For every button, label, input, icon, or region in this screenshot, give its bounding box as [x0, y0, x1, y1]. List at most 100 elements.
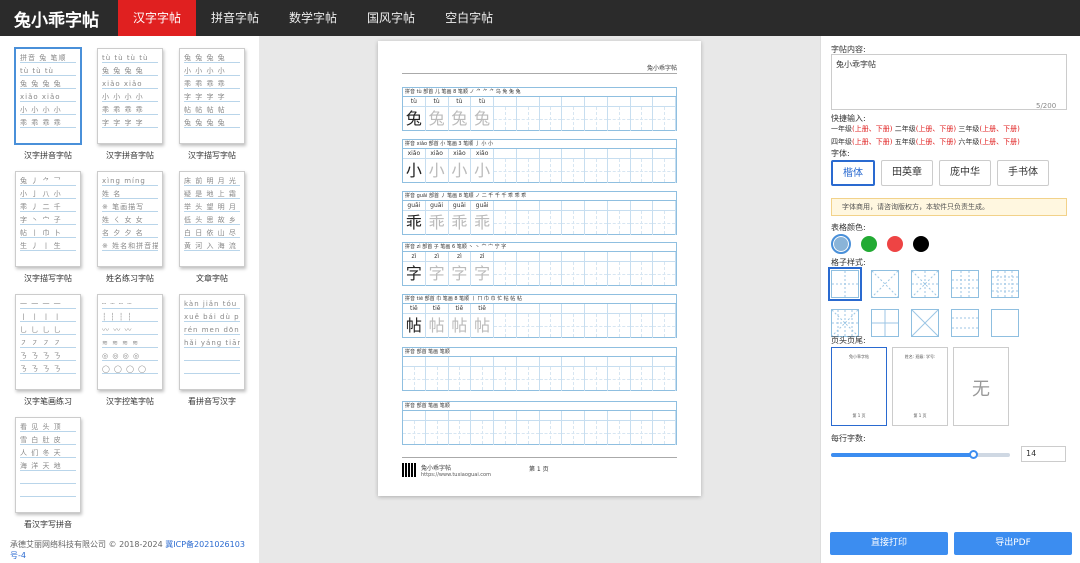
nav-tab[interactable]: 数学字帖 — [274, 0, 352, 36]
volume-links[interactable]: (上册、下册) — [852, 125, 892, 133]
volume-links[interactable]: (上册、下册) — [979, 125, 1019, 133]
volume-links[interactable]: (上册、下册) — [916, 138, 956, 146]
template-thumbnail[interactable]: kàn jiǎn tóu dǐng xuě bái dù pí rén men dō… — [179, 294, 245, 390]
color-swatch[interactable] — [861, 236, 877, 252]
grid-cell — [494, 201, 517, 235]
template-item[interactable]: 兔 兔 兔 兔小 小 小 小乖 乖 乖 乖字 字 字 字帖 帖 帖 帖兔 兔 兔… — [172, 48, 252, 171]
slider-knob[interactable] — [969, 450, 979, 459]
grid-style-option[interactable] — [951, 270, 979, 298]
per-row-label: 每行字数: — [831, 434, 866, 443]
color-swatch[interactable] — [831, 234, 851, 254]
grid-style-option[interactable] — [871, 270, 899, 298]
grid-style-option[interactable] — [831, 309, 859, 337]
template-item[interactable]: xìng míng 姓 名 ※ 笔画描写姓 ㄑ 女 女名 夕 夕 名 ※ 姓名和拼音描… — [90, 171, 170, 294]
character-cell — [494, 211, 516, 234]
template-item[interactable]: 一 一 一 一丨 丨 丨 丨乚 乚 乚 乚㇇ ㇇ ㇇ ㇇ㄋ ㄋ ㄋ ㄋㄋ ㄋ ㄋ… — [8, 294, 88, 417]
content-input[interactable] — [831, 54, 1067, 110]
grid-cell — [585, 97, 608, 131]
volume-links[interactable]: (上册、下册) — [916, 125, 956, 133]
nav-tab[interactable]: 国风字帖 — [352, 0, 430, 36]
volume-links[interactable]: (上册、下册) — [852, 138, 892, 146]
pinyin-cell — [585, 149, 607, 159]
pinyin-cell — [630, 201, 653, 211]
template-thumbnail[interactable]: 床 前 明 月 光疑 是 地 上 霜举 头 望 明 月低 头 思 故 乡白 日 … — [179, 171, 245, 267]
grade-link[interactable]: 四年级 — [831, 138, 852, 146]
thumbnail-line: ㇇ ㇇ ㇇ ㇇ — [20, 338, 76, 348]
template-thumbnail[interactable]: 拼音 兔 笔顺 tù tù tù 兔 兔 兔 兔 xiǎo xiǎo 小 小 小 小乖 … — [15, 48, 81, 144]
volume-links[interactable]: (上册、下册) — [979, 138, 1019, 146]
app-brand[interactable]: 兔小乖字帖 — [14, 6, 118, 31]
grid-cell — [585, 149, 608, 183]
grid-style-option[interactable] — [951, 309, 979, 337]
grade-link[interactable]: 一年级 — [831, 125, 852, 133]
character-cell: 帖 — [428, 316, 445, 335]
character-cell: 小 — [451, 161, 468, 180]
thumbnail-line: 乖 乖 乖 乖 — [102, 105, 158, 115]
template-item[interactable]: 床 前 明 月 光疑 是 地 上 霜举 头 望 明 月低 头 思 故 乡白 日 … — [172, 171, 252, 294]
nav-tab[interactable]: 汉字字帖 — [118, 0, 197, 36]
thumbnail-line — [20, 487, 76, 497]
character-cell — [494, 421, 516, 444]
template-thumbnail[interactable]: tù tù tù tù 兔 兔 兔 兔 xiǎo xiǎo 小 小 小 小乖 乖 乖 … — [97, 48, 163, 144]
template-item[interactable]: 兔 丿 ⺈ 乛小 亅 八 小乖 丿 二 千字 丶 宀 子帖 丨 巾 卜生 丿 丨… — [8, 171, 88, 294]
character-cell — [516, 367, 539, 390]
nav-tab[interactable]: 拼音字帖 — [196, 0, 274, 36]
grid-cell — [516, 411, 540, 445]
template-thumbnail[interactable]: xìng míng 姓 名 ※ 笔画描写姓 ㄑ 女 女名 夕 夕 名 ※ 姓名和拼音描… — [97, 171, 163, 267]
template-thumbnail[interactable]: 一 一 一 一丨 丨 丨 丨乚 乚 乚 乚㇇ ㇇ ㇇ ㇇ㄋ ㄋ ㄋ ㄋㄋ ㄋ ㄋ… — [15, 294, 81, 390]
font-option-button[interactable]: 楷体 — [831, 160, 875, 186]
print-button[interactable]: 直接打印 — [830, 532, 948, 555]
template-thumbnail[interactable]: 兔 兔 兔 兔小 小 小 小乖 乖 乖 乖字 字 字 字帖 帖 帖 帖兔 兔 兔… — [179, 48, 245, 144]
grid-style-option[interactable] — [991, 270, 1019, 298]
pinyin-cell — [539, 357, 562, 367]
header-footer-option[interactable]: 姓名: 班级: 学号: 第 1 页 — [892, 347, 948, 426]
header-footer-option[interactable]: 兔小乖字帖第 1 页 — [831, 347, 887, 426]
grid-cell — [425, 357, 449, 391]
character-cell — [539, 367, 562, 390]
grid-style-option[interactable] — [911, 309, 939, 337]
header-footer-option[interactable]: 无 — [953, 347, 1009, 426]
nav-tab[interactable]: 空白字帖 — [430, 0, 508, 36]
pinyin-cell — [585, 97, 607, 107]
template-item[interactable]: 拼音 兔 笔顺 tù tù tù 兔 兔 兔 兔 xiǎo xiǎo 小 小 小 小乖 … — [8, 48, 88, 171]
grade-link[interactable]: 五年级 — [895, 138, 916, 146]
template-item[interactable]: 看 见 头 顶雪 白 肚 皮人 们 冬 天海 洋 天 地看汉字写拼音 — [8, 417, 88, 540]
color-swatch[interactable] — [913, 236, 929, 252]
grade-link[interactable]: 三年级 — [958, 125, 979, 133]
grid-cell: guāi 乖 — [471, 201, 494, 235]
template-thumbnail[interactable]: 兔 丿 ⺈ 乛小 亅 八 小乖 丿 二 千字 丶 宀 子帖 丨 巾 卜生 丿 丨… — [15, 171, 81, 267]
pinyin-cell — [516, 252, 539, 262]
template-item[interactable]: ┄ ┄ ┄ ┄ ┆ ┆ ┆ ┆ 〰 〰 〰 ≋ ≋ ≋ ≋ ◎ ◎ ◎ ◎ ◯ ◯ ◯ ◯… — [90, 294, 170, 417]
pinyin-cell — [494, 304, 516, 314]
character-cell: 兔 — [405, 109, 422, 128]
grid-style-option[interactable] — [911, 270, 939, 298]
per-row-input[interactable]: 14 — [1021, 446, 1066, 462]
color-swatch[interactable] — [887, 236, 903, 252]
grid-style-option[interactable] — [871, 309, 899, 337]
font-option-button[interactable]: 手书体 — [997, 160, 1049, 186]
template-label: 看拼音写汉字 — [188, 397, 236, 406]
template-thumbnail[interactable]: ┄ ┄ ┄ ┄ ┆ ┆ ┆ ┆ 〰 〰 〰 ≋ ≋ ≋ ≋ ◎ ◎ ◎ ◎ ◯ ◯ ◯ ◯ — [97, 294, 163, 390]
character-cell — [494, 262, 516, 285]
per-row-slider[interactable] — [831, 450, 1010, 459]
grid-cell — [516, 357, 540, 391]
character-cell — [653, 107, 675, 130]
grid-cell — [630, 252, 654, 286]
thumbnail-line: tù tù tù tù — [102, 53, 158, 63]
template-item[interactable]: tù tù tù tù 兔 兔 兔 兔 xiǎo xiǎo 小 小 小 小乖 乖 乖 … — [90, 48, 170, 171]
grade-link[interactable]: 二年级 — [895, 125, 916, 133]
pinyin-cell: tiē — [448, 304, 471, 314]
grid-style-option[interactable] — [991, 309, 1019, 337]
character-cell — [516, 314, 539, 337]
character-cell — [425, 421, 448, 444]
template-thumbnail[interactable]: 看 见 头 顶雪 白 肚 皮人 们 冬 天海 洋 天 地 — [15, 417, 81, 513]
export-pdf-button[interactable]: 导出PDF — [954, 532, 1072, 555]
font-option-button[interactable]: 田英章 — [881, 160, 933, 186]
template-item[interactable]: kàn jiǎn tóu dǐng xuě bái dù pí rén men dō… — [172, 294, 252, 417]
font-option-button[interactable]: 庞中华 — [939, 160, 991, 186]
thumbnail-line: 字 字 字 字 — [184, 92, 240, 102]
grid-style-option[interactable] — [828, 267, 862, 301]
grid-cell — [539, 411, 563, 445]
grid-cell — [653, 97, 676, 131]
grade-link[interactable]: 六年级 — [958, 138, 979, 146]
